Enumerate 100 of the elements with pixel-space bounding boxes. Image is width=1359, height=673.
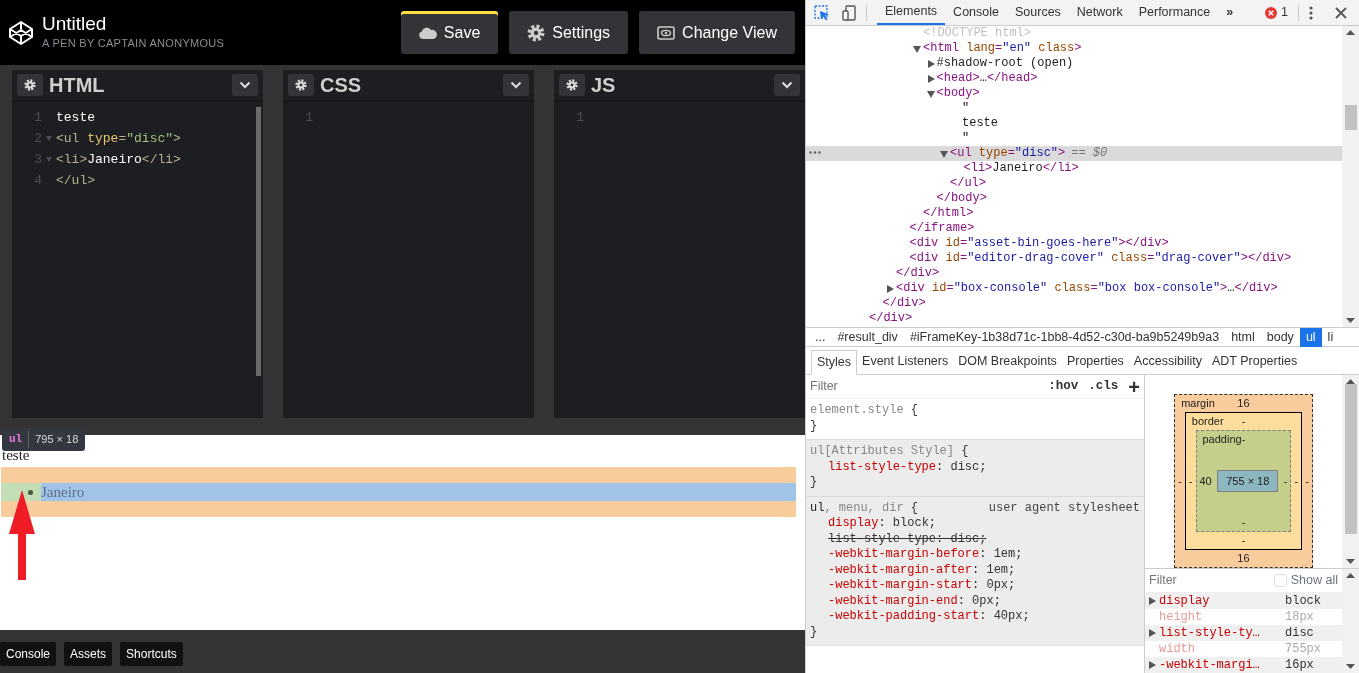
panel-tab[interactable]: Event Listeners [857,349,954,374]
bottom-bar-button[interactable]: Shortcuts [120,641,183,666]
css-declaration: list-style-type: disc; [827,459,988,475]
dom-node-row[interactable]: <li>Janeiro</li> [806,161,1342,176]
header-button[interactable]: Save [400,11,499,54]
dom-node-text: <li>Janeiro</li> [963,161,1079,176]
breadcrumb[interactable]: ... [809,327,832,347]
devtools-tab[interactable]: Elements [877,0,946,25]
devtools-tab[interactable]: Network [1068,0,1131,25]
header-button[interactable]: Change View [639,11,795,54]
border-label: border [1191,414,1224,429]
collapse-button[interactable] [503,74,529,96]
rule-close: } [810,624,819,640]
more-options-icon[interactable] [1309,5,1313,20]
breadcrumb[interactable]: ul [1299,327,1322,347]
dom-node-row[interactable]: <div id="editor-drag-cover" class="drag-cover"></div> [806,251,1342,266]
panel-tab[interactable]: Accessibility [1128,349,1207,374]
collapse-button[interactable] [774,74,800,96]
expanded-arrow-icon[interactable] [926,89,935,98]
scroll-down-icon[interactable] [1346,318,1355,323]
panel-tab[interactable]: ADT Properties [1206,349,1303,374]
bottom-bar-button[interactable]: Console [0,641,57,666]
dom-node-row[interactable]: <html lang="en" class> [806,41,1342,56]
property-value: 755px [1285,641,1321,658]
filter-field[interactable]: Filter [810,377,1039,396]
result-text: teste [2,449,30,462]
error-count[interactable]: 1 [1281,3,1288,22]
closing-tag: </html> [923,206,974,221]
rule-close: } [810,418,819,434]
collapsed-arrow-icon[interactable] [926,59,935,68]
property-value: 18px [1285,609,1314,626]
panel-tab[interactable]: Styles [811,350,858,375]
dom-node-text: <div id="editor-drag-cover" class="drag-cover"></div> [909,251,1292,266]
panel-tab[interactable]: Properties [1061,349,1129,374]
computed-property[interactable]: -webkit-margi… 16px [1145,657,1342,673]
dom-node-row[interactable]: " teste " [806,101,1342,146]
bottom-bar-button[interactable]: Assets [64,641,113,666]
gear-icon [566,79,578,91]
breadcrumb[interactable]: html [1225,327,1261,347]
breadcrumb[interactable]: body [1260,327,1300,347]
css-declaration: list-style-type: disc; [827,531,988,547]
class-button[interactable]: .cls [1088,377,1119,396]
breadcrumb[interactable]: #iFrameKey-1b38d71c-1bb8-4d52-c30d-ba9b5249b9a3 [903,327,1226,347]
close-icon[interactable] [1335,6,1347,19]
scrollbar[interactable] [1342,26,1359,327]
error-icon[interactable] [1265,6,1278,19]
dom-node-row[interactable]: <head>…</head> [806,71,1342,86]
cloud-icon [418,26,437,39]
scroll-up-icon[interactable] [1346,30,1355,35]
expand-arrow-icon[interactable] [1149,661,1156,669]
new-rule-button[interactable]: + [1128,376,1140,397]
show-all-checkbox[interactable] [1273,574,1287,587]
css-declaration: -webkit-margin-after: 1em; [827,562,1017,578]
padding-label: padding [1202,432,1242,447]
header-button[interactable]: Settings [509,11,629,54]
device-icon[interactable] [842,4,856,21]
expanded-arrow-icon[interactable] [913,44,921,53]
scrollbar-thumb[interactable] [1344,105,1357,130]
scrollbar[interactable] [1342,569,1359,673]
devtools-tab[interactable]: Performance [1130,0,1219,25]
dom-node-row[interactable]: <ul type="disc"> == $0 [806,146,1342,161]
editor-title: HTML [49,73,106,98]
editor-settings-button[interactable] [288,74,314,96]
selected-node-marker: == $0 [1071,146,1108,161]
dom-node-row[interactable]: #shadow-root (open) [806,56,1342,71]
expand-arrow-icon[interactable] [1149,629,1156,637]
dom-node-row[interactable]: <div id="box-console" class="box box-console">…</div> [806,281,1342,296]
editor-settings-button[interactable] [559,74,585,96]
collapsed-arrow-icon[interactable] [926,74,935,83]
filter-field[interactable]: Filter [1149,571,1264,590]
expanded-arrow-icon[interactable] [940,149,948,158]
breadcrumb[interactable]: #result_div [831,327,904,347]
margin-value: 16 [1237,396,1250,411]
devtools-tab[interactable]: Sources [1007,0,1069,25]
scrollbar[interactable] [1342,375,1359,568]
css-declaration: -webkit-padding-start: 40px; [827,609,1031,625]
dom-node-row[interactable]: <body> [806,86,1342,101]
scroll-up-icon[interactable] [1346,573,1355,578]
code-line: <ul type="disc"> [56,129,181,148]
panel-tab[interactable]: DOM Breakpoints [953,349,1062,374]
inspect-icon[interactable] [814,4,830,21]
breadcrumb[interactable]: li [1321,327,1340,347]
computed-property[interactable]: display block [1145,593,1342,609]
more-tabs-button[interactable]: » [1218,0,1242,25]
scroll-down-icon[interactable] [1346,559,1355,564]
ellipsis-icon[interactable] [809,151,821,154]
editor-settings-button[interactable] [17,74,43,96]
computed-property[interactable]: list-style-ty… disc [1145,625,1342,641]
cube-logo-icon[interactable] [8,19,34,46]
scroll-down-icon[interactable] [1346,664,1355,669]
expand-arrow-icon[interactable] [1149,597,1156,605]
collapse-button[interactable] [232,74,258,96]
dom-node-text: <!DOCTYPE html> [923,26,1032,41]
dom-node-row[interactable]: <div id="asset-bin-goes-here"></div> [806,236,1342,251]
devtools-tab[interactable]: Console [945,0,1007,25]
collapsed-arrow-icon[interactable] [886,284,894,293]
dom-node-text: <div id="box-console" class="box box-console">…</div> [896,281,1278,296]
scrollbar[interactable] [256,107,261,376]
hover-state-button[interactable]: :hov [1048,377,1079,396]
scrollbar-thumb[interactable] [1344,384,1357,534]
